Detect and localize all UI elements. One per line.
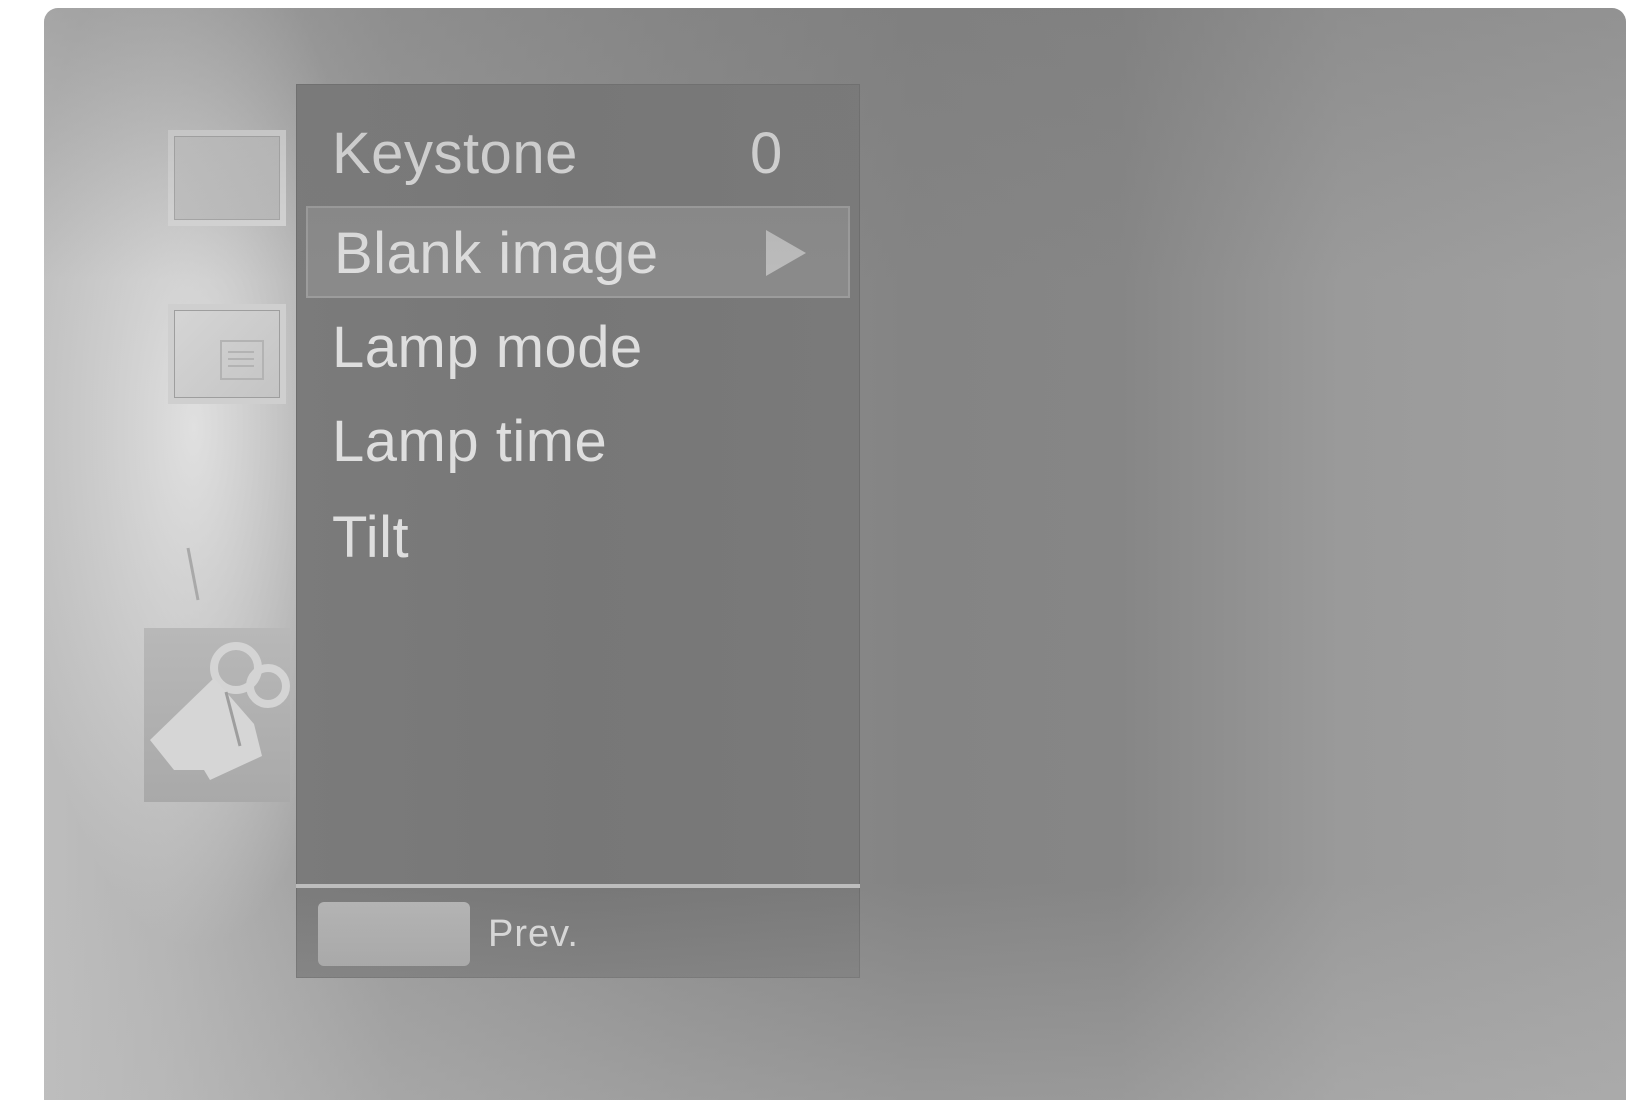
menu-item-keystone[interactable]: Keystone 0	[332, 108, 844, 200]
menu-panel: Keystone 0 Blank image Lamp mode Lamp ti…	[296, 84, 860, 978]
menu-item-label: Blank image	[334, 221, 659, 286]
prev-label: Prev.	[488, 913, 579, 955]
audio-glyph-icon	[186, 547, 200, 601]
keystone-value: 0	[750, 121, 783, 186]
right-arrow-icon	[766, 230, 806, 276]
osd-screen: Keystone 0 Blank image Lamp mode Lamp ti…	[44, 8, 1626, 1100]
projector-reel-icon	[150, 642, 290, 780]
menu-item-label: Lamp mode	[332, 315, 643, 380]
picture-icon[interactable]	[168, 130, 286, 226]
list-lines-icon	[220, 340, 264, 380]
menu-item-label: Keystone	[332, 121, 578, 186]
audio-icon[interactable]	[184, 544, 204, 604]
special-icon[interactable]	[144, 628, 290, 802]
footer-divider	[296, 884, 860, 888]
menu-item-blank-image[interactable]: Blank image	[306, 206, 850, 298]
menu-item-tilt[interactable]: Tilt	[332, 492, 844, 584]
menu-item-lamp-time[interactable]: Lamp time	[332, 396, 844, 488]
menu-item-label: Lamp time	[332, 409, 608, 474]
menu-item-lamp-mode[interactable]: Lamp mode	[332, 302, 844, 394]
menu-item-label: Tilt	[332, 505, 410, 570]
option-icon[interactable]	[168, 304, 286, 404]
prev-button[interactable]	[318, 902, 470, 966]
